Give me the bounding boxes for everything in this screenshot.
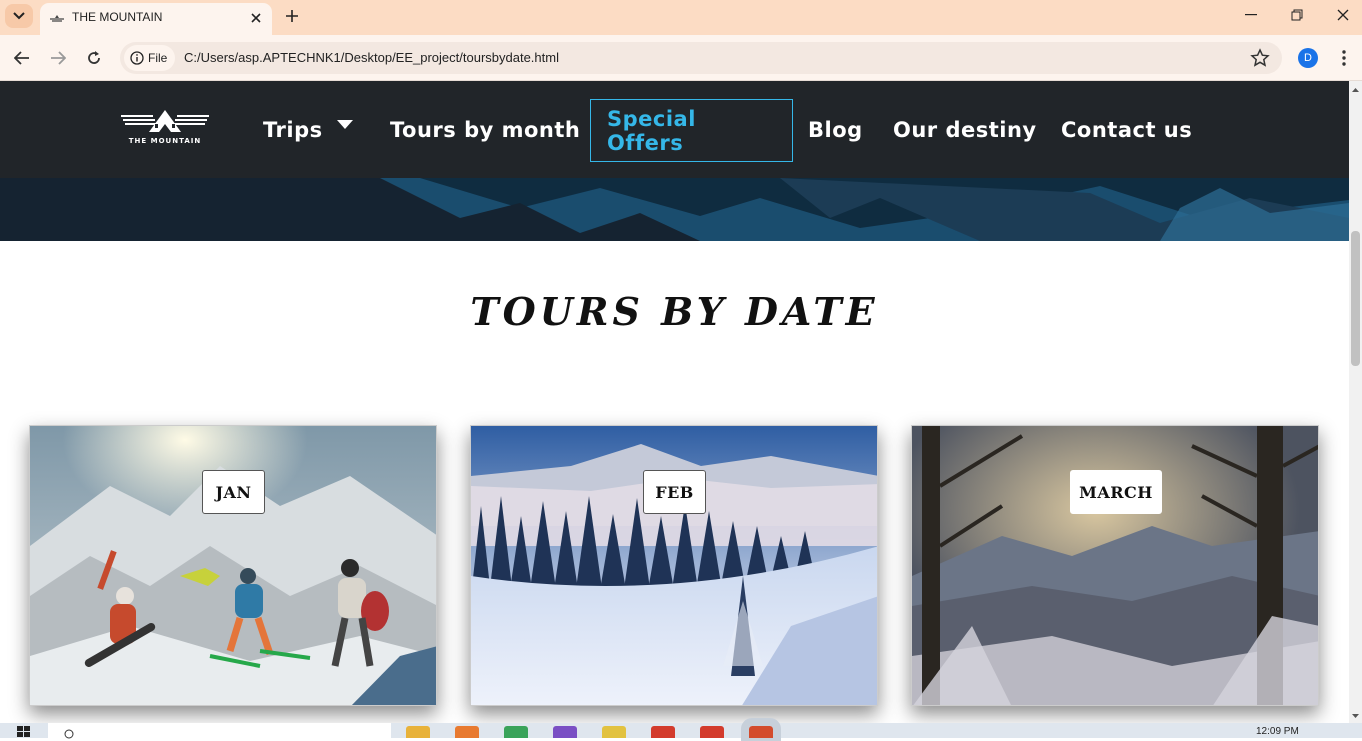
- taskbar-search-box[interactable]: [48, 723, 391, 739]
- back-button[interactable]: [11, 47, 33, 69]
- close-icon: [1337, 9, 1349, 21]
- site-chip-label: File: [148, 51, 168, 65]
- reload-button[interactable]: [83, 47, 105, 69]
- arrow-left-icon: [14, 51, 29, 65]
- chrome-taskbar-icon[interactable]: [741, 718, 781, 741]
- nav-our-destiny-label: Our destiny: [893, 118, 1037, 142]
- app-taskbar-icon[interactable]: [455, 726, 479, 738]
- mountain-banner-image: [0, 178, 1349, 241]
- nav-tours-by-month[interactable]: Tours by month: [390, 99, 580, 161]
- nav-blog-label: Blog: [808, 118, 863, 142]
- restore-button[interactable]: [1274, 0, 1320, 30]
- scroll-up-icon[interactable]: [1349, 85, 1362, 95]
- tab-close-button[interactable]: [246, 8, 266, 28]
- month-badge-march: MARCH: [1070, 470, 1162, 514]
- close-window-button[interactable]: [1320, 0, 1362, 30]
- app-taskbar-icon[interactable]: [504, 726, 528, 738]
- month-badge-jan: JAN: [202, 470, 265, 514]
- browser-tab[interactable]: THE MOUNTAIN: [40, 3, 272, 35]
- nav-our-destiny[interactable]: Our destiny: [893, 99, 1037, 161]
- nav-special-offers[interactable]: Special Offers: [590, 99, 793, 162]
- info-icon: [130, 51, 144, 65]
- restore-icon: [1291, 9, 1303, 21]
- scrollbar-thumb[interactable]: [1351, 231, 1360, 366]
- address-bar[interactable]: File C:/Users/asp.APTECHNK1/Desktop/EE_p…: [120, 42, 1282, 74]
- nav-contact-us-label: Contact us: [1061, 118, 1193, 142]
- close-icon: [251, 13, 261, 23]
- page-viewport: THE MOUNTAIN Trips Tours by month Specia…: [0, 81, 1349, 723]
- app-taskbar-icon[interactable]: [602, 726, 626, 738]
- nav-special-offers-label: Special Offers: [607, 106, 696, 155]
- site-navbar: THE MOUNTAIN Trips Tours by month Specia…: [0, 81, 1349, 178]
- jan-card-image: [30, 426, 436, 705]
- tab-title: THE MOUNTAIN: [72, 10, 163, 24]
- month-card-feb[interactable]: FEB: [470, 425, 878, 706]
- visual-studio-taskbar-icon[interactable]: [553, 726, 577, 738]
- app-taskbar-icon[interactable]: [700, 726, 724, 738]
- scroll-down-icon[interactable]: [1349, 711, 1362, 721]
- browser-toolbar: File C:/Users/asp.APTECHNK1/Desktop/EE_p…: [0, 35, 1362, 81]
- page-scrollbar[interactable]: [1349, 81, 1362, 723]
- month-card-march[interactable]: MARCH: [911, 425, 1319, 706]
- windows-start-icon[interactable]: [17, 726, 31, 738]
- minimize-icon: [1245, 14, 1257, 16]
- month-card-jan[interactable]: JAN: [29, 425, 437, 706]
- month-badge-feb: FEB: [643, 470, 706, 514]
- taskbar-clock: 12:09 PM: [1256, 726, 1299, 737]
- plus-icon: [286, 10, 298, 22]
- caret-down-icon: [336, 119, 353, 129]
- forward-button[interactable]: [47, 47, 69, 69]
- hero-banner: THE MOUNTAIN Trips Tours by month Specia…: [0, 81, 1349, 241]
- minimize-button[interactable]: [1228, 0, 1274, 30]
- windows-taskbar: 12:09 PM: [0, 718, 1362, 741]
- profile-avatar[interactable]: D: [1298, 48, 1318, 68]
- url-text[interactable]: C:/Users/asp.APTECHNK1/Desktop/EE_projec…: [184, 50, 559, 65]
- site-favicon-icon: [50, 15, 64, 22]
- chevron-down-icon: [13, 12, 25, 20]
- tab-search-button[interactable]: [5, 4, 33, 28]
- bookmark-star-icon[interactable]: [1250, 48, 1270, 68]
- file-explorer-taskbar-icon[interactable]: [406, 726, 430, 738]
- page-title: TOURS BY DATE: [470, 289, 879, 334]
- feb-card-image: [471, 426, 877, 705]
- nav-contact-us[interactable]: Contact us: [1061, 99, 1192, 161]
- browser-menu-button[interactable]: [1334, 48, 1354, 68]
- arrow-right-icon: [51, 51, 66, 65]
- reload-icon: [88, 51, 100, 64]
- more-vertical-icon: [1342, 50, 1346, 66]
- nav-blog[interactable]: Blog: [808, 99, 863, 161]
- march-card-image: [912, 426, 1318, 705]
- new-tab-button[interactable]: [281, 5, 303, 27]
- nav-tours-by-month-label: Tours by month: [390, 118, 581, 142]
- the-mountain-logo[interactable]: THE MOUNTAIN: [119, 106, 211, 146]
- browser-tab-strip: THE MOUNTAIN: [0, 0, 1362, 35]
- nav-trips-label: Trips: [263, 118, 323, 142]
- svg-text:THE MOUNTAIN: THE MOUNTAIN: [129, 137, 201, 145]
- search-icon: [64, 729, 74, 739]
- nav-trips[interactable]: Trips: [263, 99, 353, 161]
- site-info-chip[interactable]: File: [124, 45, 176, 71]
- app-taskbar-icon[interactable]: [651, 726, 675, 738]
